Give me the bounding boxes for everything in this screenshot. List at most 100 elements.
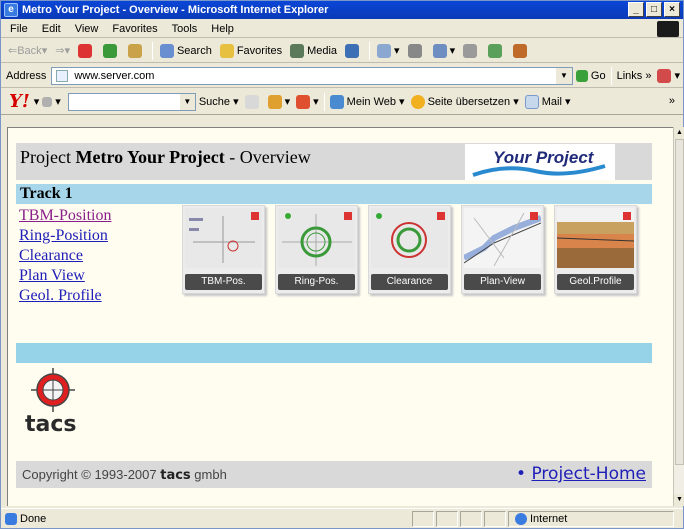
thumb-ring-pos[interactable]: Ring-Pos. bbox=[275, 205, 358, 294]
nav-links: TBM-Position Ring-Position Clearance Pla… bbox=[19, 206, 111, 306]
thumb-caption: Ring-Pos. bbox=[278, 274, 355, 290]
stop-icon bbox=[77, 43, 92, 58]
tacs-logo: tacs bbox=[23, 366, 83, 446]
your-project-logo: Your Project bbox=[465, 144, 615, 180]
scroll-up-arrow-icon[interactable]: ▲ bbox=[674, 127, 684, 139]
favorites-button[interactable]: Favorites bbox=[217, 41, 285, 61]
media-button[interactable]: Media bbox=[287, 41, 340, 61]
page-title: Project Metro Your Project - Overview bbox=[20, 147, 311, 167]
link-tbm-position[interactable]: TBM-Position bbox=[19, 206, 111, 226]
copyright-text: Copyright © 1993-2007 tacs gmbh bbox=[22, 467, 227, 483]
highlight-button[interactable] bbox=[242, 92, 265, 112]
highlight-icon bbox=[244, 94, 259, 109]
search-button[interactable]: Search bbox=[157, 41, 215, 61]
plan-view-image bbox=[464, 208, 541, 268]
link-geol-profile[interactable]: Geol. Profile bbox=[19, 286, 111, 306]
address-label: Address bbox=[6, 69, 47, 82]
toolbar-overflow-icon[interactable]: » bbox=[669, 95, 675, 107]
forward-button[interactable]: ⇒ ▾ bbox=[52, 41, 73, 61]
status-bar: Done Internet bbox=[1, 508, 683, 528]
pen-button[interactable]: ▾ bbox=[39, 92, 64, 112]
extension-icon bbox=[657, 68, 672, 83]
mail-button[interactable]: ▾ bbox=[374, 41, 403, 61]
toolbar-separator bbox=[369, 41, 371, 60]
scroll-down-arrow-icon[interactable]: ▼ bbox=[674, 494, 684, 506]
search-icon bbox=[159, 43, 174, 58]
menu-tools[interactable]: Tools bbox=[165, 23, 205, 35]
meinweb-button[interactable]: Mein Web ▾ bbox=[327, 92, 408, 112]
print-button[interactable] bbox=[405, 41, 428, 61]
translate-button[interactable]: Seite übersetzen ▾ bbox=[408, 92, 522, 112]
minimize-button[interactable]: _ bbox=[628, 2, 644, 17]
scroll-thumb[interactable] bbox=[675, 139, 684, 465]
edit-button[interactable]: ▾ bbox=[430, 41, 459, 61]
home-button[interactable] bbox=[125, 41, 148, 61]
thumb-clearance[interactable]: Clearance bbox=[368, 205, 451, 294]
status-cell bbox=[436, 510, 458, 527]
copyright-brand: tacs bbox=[160, 468, 191, 483]
address-input[interactable]: www.server.com ▼ bbox=[51, 66, 573, 85]
messenger-button[interactable] bbox=[485, 41, 508, 61]
links-button[interactable]: Links » bbox=[614, 66, 655, 86]
alert-button[interactable]: ▾ bbox=[293, 92, 322, 112]
geol-profile-image bbox=[557, 208, 634, 268]
yahoo-mail-button[interactable]: Mail ▾ bbox=[522, 92, 574, 112]
ring-pos-image bbox=[278, 208, 355, 268]
title-bar: e Metro Your Project - Overview - Micros… bbox=[1, 1, 683, 19]
go-arrow-icon bbox=[575, 69, 588, 82]
search-dropdown-icon[interactable]: ▼ bbox=[179, 93, 195, 110]
bookmark-button[interactable]: ▾ bbox=[265, 92, 294, 112]
extension-button[interactable]: ▾ bbox=[654, 66, 683, 86]
project-home-item: • Project-Home bbox=[516, 464, 646, 484]
home-icon bbox=[127, 43, 142, 58]
suche-button[interactable]: Suche ▾ bbox=[196, 92, 242, 112]
project-home-link[interactable]: Project-Home bbox=[531, 464, 646, 484]
translate-icon bbox=[410, 94, 425, 109]
link-plan-view[interactable]: Plan View bbox=[19, 266, 111, 286]
link-clearance[interactable]: Clearance bbox=[19, 246, 111, 266]
thumb-geol-profile[interactable]: Geol.Profile bbox=[554, 205, 637, 294]
track-bar: Track 1 bbox=[16, 184, 652, 204]
clearance-image bbox=[371, 208, 448, 268]
discuss-button[interactable] bbox=[460, 41, 483, 61]
toolbar-separator bbox=[323, 92, 325, 111]
discuss-icon bbox=[463, 43, 478, 58]
address-dropdown-icon[interactable]: ▼ bbox=[555, 67, 572, 84]
pen-icon bbox=[42, 96, 53, 107]
yahoo-search-input[interactable]: ▼ bbox=[67, 92, 196, 111]
thumb-caption: Clearance bbox=[371, 274, 448, 290]
edit-icon bbox=[432, 43, 447, 58]
standard-toolbar: ⇐ Back ▾ ⇒ ▾ Search Favorites Media ▾ ▾ bbox=[1, 39, 683, 63]
messenger-icon bbox=[488, 43, 503, 58]
star-icon bbox=[219, 43, 234, 58]
research-button[interactable] bbox=[510, 41, 533, 61]
close-button[interactable]: × bbox=[664, 2, 680, 17]
yahoo-logo[interactable]: Y! bbox=[1, 91, 34, 112]
print-icon bbox=[407, 43, 422, 58]
thumb-tbm-pos[interactable]: TBM-Pos. bbox=[182, 205, 265, 294]
status-text: Done bbox=[20, 512, 47, 525]
menu-help[interactable]: Help bbox=[204, 23, 241, 35]
history-button[interactable] bbox=[342, 41, 365, 61]
history-icon bbox=[345, 43, 360, 58]
refresh-button[interactable] bbox=[100, 41, 123, 61]
page-header: Project Metro Your Project - Overview Yo… bbox=[16, 143, 652, 180]
menu-view[interactable]: View bbox=[68, 23, 106, 35]
maximize-button[interactable]: □ bbox=[646, 2, 662, 17]
thumb-plan-view[interactable]: Plan-View bbox=[461, 205, 544, 294]
menu-edit[interactable]: Edit bbox=[35, 23, 68, 35]
thumb-caption: Plan-View bbox=[464, 274, 541, 290]
page-done-icon bbox=[5, 512, 17, 525]
back-button[interactable]: ⇐ Back ▾ bbox=[5, 41, 50, 61]
tacs-wordmark: tacs bbox=[25, 412, 77, 437]
link-ring-position[interactable]: Ring-Position bbox=[19, 226, 111, 246]
alert-icon bbox=[296, 94, 311, 109]
go-button[interactable]: Go bbox=[573, 66, 609, 86]
stop-button[interactable] bbox=[75, 41, 98, 61]
back-arrow-icon: ⇐ bbox=[8, 45, 18, 57]
vertical-scrollbar[interactable]: ▲ ▼ bbox=[673, 127, 684, 506]
forward-arrow-icon: ⇒ bbox=[55, 45, 65, 57]
menu-file[interactable]: File bbox=[3, 23, 35, 35]
menu-favorites[interactable]: Favorites bbox=[105, 23, 164, 35]
divider-bar bbox=[16, 343, 652, 363]
